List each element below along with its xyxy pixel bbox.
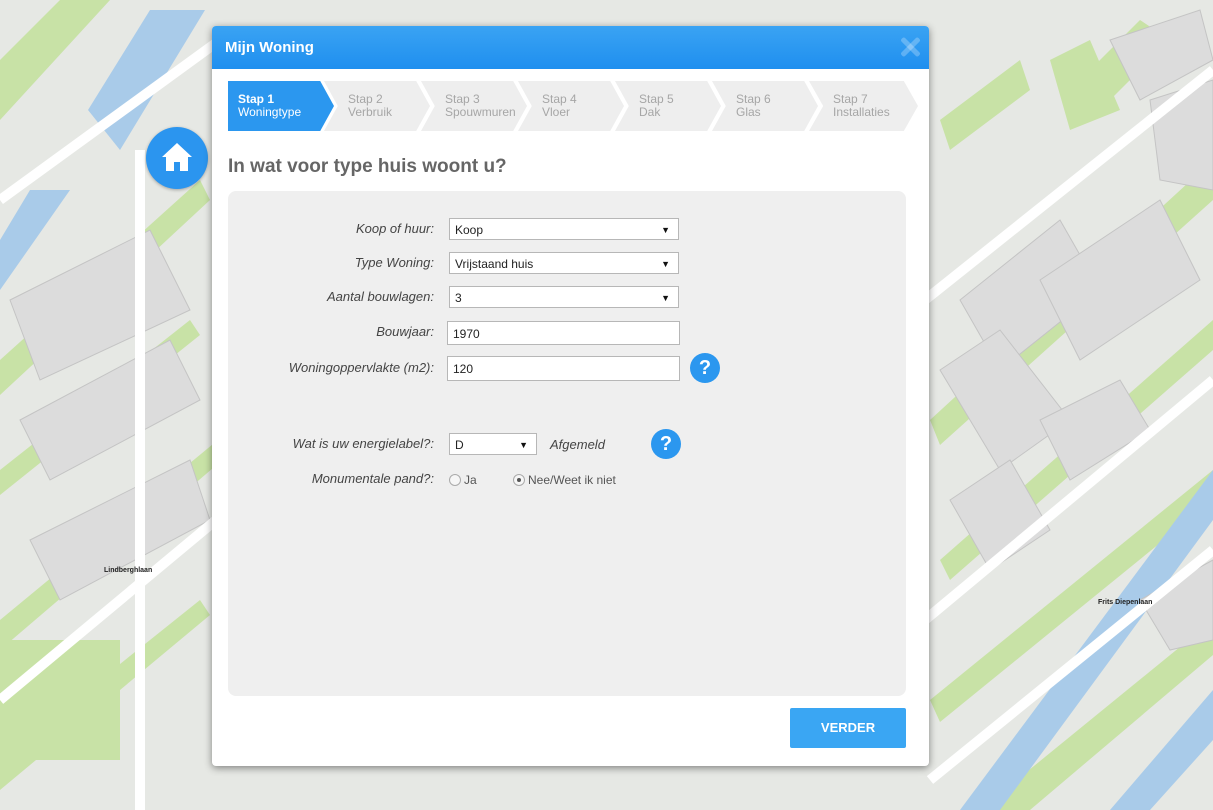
form-row-type-woning: Type Woning: Vrijstaand huis ▼ bbox=[228, 251, 906, 275]
dropdown-arrow-icon: ▼ bbox=[661, 293, 670, 303]
step-6-glas[interactable]: Stap 6 Glas bbox=[712, 81, 818, 131]
monument-radio-ja[interactable]: Ja bbox=[449, 472, 477, 488]
step-2-verbruik[interactable]: Stap 2 Verbruik bbox=[324, 81, 430, 131]
step-4-vloer[interactable]: Stap 4 Vloer bbox=[518, 81, 624, 131]
energielabel-status: Afgemeld bbox=[550, 437, 605, 452]
step-label: Dak bbox=[639, 105, 661, 119]
map-street-label: Lindberghlaan bbox=[104, 567, 153, 574]
koop-huur-select[interactable]: Koop ▼ bbox=[449, 218, 679, 240]
form-row-bouwjaar: Bouwjaar: 1970 bbox=[228, 320, 906, 345]
page-title: In wat voor type huis woont u? bbox=[228, 156, 507, 177]
form-row-koop-huur: Koop of huur: Koop ▼ bbox=[228, 217, 906, 241]
type-woning-select[interactable]: Vrijstaand huis ▼ bbox=[449, 252, 679, 274]
koop-huur-value: Koop bbox=[455, 223, 484, 237]
map-street-label: Frits Diepenlaan bbox=[1098, 599, 1153, 606]
oppervlakte-input[interactable]: 120 bbox=[447, 356, 680, 381]
help-icon[interactable]: ? bbox=[651, 429, 681, 459]
energielabel-label: Wat is uw energielabel?: bbox=[292, 436, 434, 451]
bouwlagen-value: 3 bbox=[455, 291, 462, 305]
bouwjaar-input[interactable]: 1970 bbox=[447, 321, 680, 345]
form-row-oppervlakte: Woningoppervlakte (m2): 120 ? bbox=[228, 353, 906, 383]
bouwlagen-select[interactable]: 3 ▼ bbox=[449, 286, 679, 308]
koop-huur-label: Koop of huur: bbox=[355, 221, 434, 236]
form-row-bouwlagen: Aantal bouwlagen: 3 ▼ bbox=[228, 285, 906, 309]
type-woning-value: Vrijstaand huis bbox=[455, 257, 534, 271]
dropdown-arrow-icon: ▼ bbox=[519, 440, 528, 450]
dropdown-arrow-icon: ▼ bbox=[661, 225, 670, 235]
home-button[interactable] bbox=[146, 127, 208, 189]
step-label: Verbruik bbox=[348, 105, 393, 119]
oppervlakte-label: Woningoppervlakte (m2): bbox=[288, 360, 434, 375]
radio-checked-icon bbox=[513, 474, 525, 486]
step-label: Woningtype bbox=[238, 105, 302, 119]
step-1-woningtype[interactable]: Stap 1 Woningtype bbox=[228, 81, 334, 131]
form-row-monument: Monumentale pand?: Ja Nee/Weet ik niet bbox=[228, 468, 906, 492]
radio-label: Nee/Weet ik niet bbox=[528, 473, 616, 487]
step-label: Installaties bbox=[833, 105, 890, 119]
form-panel: Koop of huur: Koop ▼ Type Woning: Vrijst… bbox=[228, 191, 906, 696]
monument-radio-nee[interactable]: Nee/Weet ik niet bbox=[513, 472, 616, 488]
bouwjaar-label: Bouwjaar: bbox=[376, 324, 434, 339]
step-7-installaties[interactable]: Stap 7 Installaties bbox=[809, 81, 918, 131]
step-navigation: Stap 1 Woningtype Stap 2 Verbruik Stap 3… bbox=[228, 81, 918, 131]
type-woning-label: Type Woning: bbox=[354, 255, 434, 270]
radio-label: Ja bbox=[464, 473, 477, 487]
step-3-spouwmuren[interactable]: Stap 3 Spouwmuren bbox=[421, 81, 527, 131]
form-row-energielabel: Wat is uw energielabel?: D ▼ Afgemeld ? bbox=[228, 429, 906, 459]
home-icon bbox=[162, 143, 192, 171]
close-icon[interactable] bbox=[899, 36, 921, 58]
step-label: Glas bbox=[736, 105, 761, 119]
step-5-dak[interactable]: Stap 5 Dak bbox=[615, 81, 721, 131]
energielabel-select[interactable]: D ▼ bbox=[449, 433, 537, 455]
dialog-title: Mijn Woning bbox=[225, 39, 314, 56]
help-icon[interactable]: ? bbox=[690, 353, 720, 383]
woning-dialog: Mijn Woning Stap 1 Woningtype Stap 2 Ver… bbox=[212, 26, 929, 766]
dropdown-arrow-icon: ▼ bbox=[661, 259, 670, 269]
dialog-header: Mijn Woning bbox=[212, 26, 929, 69]
step-label: Vloer bbox=[542, 105, 571, 119]
monument-label: Monumentale pand?: bbox=[311, 471, 434, 486]
energielabel-value: D bbox=[455, 438, 464, 452]
step-label: Spouwmuren bbox=[445, 105, 516, 119]
radio-icon bbox=[449, 474, 461, 486]
bouwlagen-label: Aantal bouwlagen: bbox=[327, 289, 434, 304]
next-button[interactable]: VERDER bbox=[790, 708, 906, 748]
